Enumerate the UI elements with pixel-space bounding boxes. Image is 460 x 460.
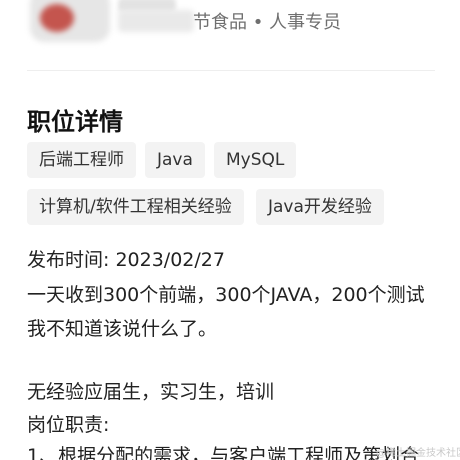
tag-java[interactable]: Java [145,142,205,178]
avatar-image [40,4,74,32]
recruiter-avatar[interactable] [30,0,110,42]
publish-time: 发布时间: 2023/02/27 [27,249,225,271]
section-title-job-details: 职位详情 [27,108,123,136]
description-line: 岗位职责: [27,414,110,436]
tag-java-dev-experience[interactable]: Java开发经验 [256,189,384,225]
divider [27,70,435,71]
tag-mysql[interactable]: MySQL [214,142,297,178]
description-line: 一天收到300个前端，300个JAVA，200个测试 [27,284,425,306]
blurred-company-name [118,10,194,32]
watermark: @稀土掘金技术社区 [376,448,460,459]
tag-backend-engineer[interactable]: 后端工程师 [27,142,136,178]
recruiter-company-title: 节食品 • 人事专员 [193,12,342,33]
recruiter-info[interactable]: 节食品 • 人事专员 [0,0,460,64]
description-line: 我不知道该说什么了。 [27,318,218,340]
description-line: 无经验应届生，实习生，培训 [27,381,275,403]
tag-cs-experience[interactable]: 计算机/软件工程相关经验 [27,189,244,225]
description-line: 1、根据分配的需求，与客户端工程师及策划合 [27,445,420,460]
